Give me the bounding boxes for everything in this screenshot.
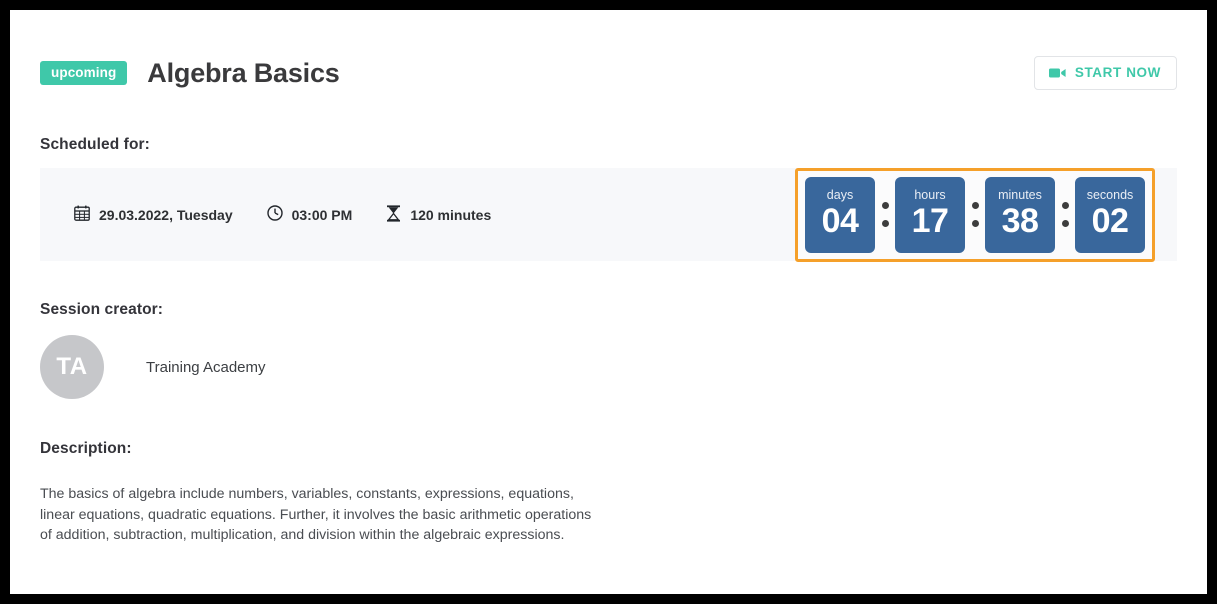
countdown-value-hours: 17	[911, 201, 949, 240]
countdown-tile-seconds: seconds 02	[1075, 176, 1145, 253]
schedule-time-text: 03:00 PM	[291, 206, 353, 223]
countdown-tile-minutes: minutes 38	[985, 176, 1055, 253]
schedule-date-text: 29.03.2022, Tuesday	[99, 206, 233, 223]
clock-icon	[266, 205, 283, 224]
countdown-separator-2	[965, 202, 985, 227]
countdown-label-hours: hours	[914, 188, 946, 203]
page-title: Algebra Basics	[147, 57, 340, 88]
avatar-initials: TA	[56, 353, 88, 380]
countdown-tile-hours: hours 17	[895, 176, 965, 253]
session-creator-row: TA Training Academy	[40, 335, 1177, 399]
schedule-duration-text: 120 minutes	[410, 206, 492, 223]
schedule-panel: 29.03.2022, Tuesday 03:00 PM 120 minutes…	[40, 167, 1177, 262]
countdown-separator-3	[1055, 202, 1075, 227]
countdown-label-seconds: seconds	[1086, 188, 1134, 203]
countdown-timer: days 04 hours 17 minutes 38 seconds 02	[795, 167, 1155, 262]
description-text: The basics of algebra include numbers, v…	[40, 486, 592, 543]
schedule-time: 03:00 PM	[266, 205, 353, 224]
avatar: TA	[40, 335, 104, 399]
schedule-date: 29.03.2022, Tuesday	[74, 205, 233, 224]
countdown-label-minutes: minutes	[998, 188, 1042, 203]
countdown-separator-1	[875, 202, 895, 227]
calendar-icon	[74, 205, 90, 224]
scheduled-for-label: Scheduled for:	[40, 136, 150, 153]
session-header: upcoming Algebra Basics START NOW	[40, 52, 1177, 94]
description-label: Description:	[40, 440, 132, 457]
countdown-tile-days: days 04	[805, 176, 875, 253]
session-detail-card: upcoming Algebra Basics START NOW Schedu…	[10, 10, 1207, 594]
page-frame: upcoming Algebra Basics START NOW Schedu…	[10, 10, 1207, 594]
start-now-button[interactable]: START NOW	[1033, 56, 1177, 90]
hourglass-icon	[386, 204, 401, 225]
creator-name: Training Academy	[146, 358, 266, 376]
countdown-value-seconds: 02	[1091, 201, 1129, 240]
session-creator-label: Session creator:	[40, 301, 164, 318]
schedule-meta-row: 29.03.2022, Tuesday 03:00 PM 120 minutes	[40, 204, 492, 225]
status-badge: upcoming	[40, 60, 128, 86]
countdown-label-days: days	[826, 188, 854, 203]
start-now-label: START NOW	[1074, 65, 1161, 81]
schedule-duration: 120 minutes	[386, 204, 492, 225]
video-camera-icon	[1048, 67, 1066, 79]
countdown-value-days: 04	[821, 201, 859, 240]
countdown-value-minutes: 38	[1001, 201, 1039, 240]
